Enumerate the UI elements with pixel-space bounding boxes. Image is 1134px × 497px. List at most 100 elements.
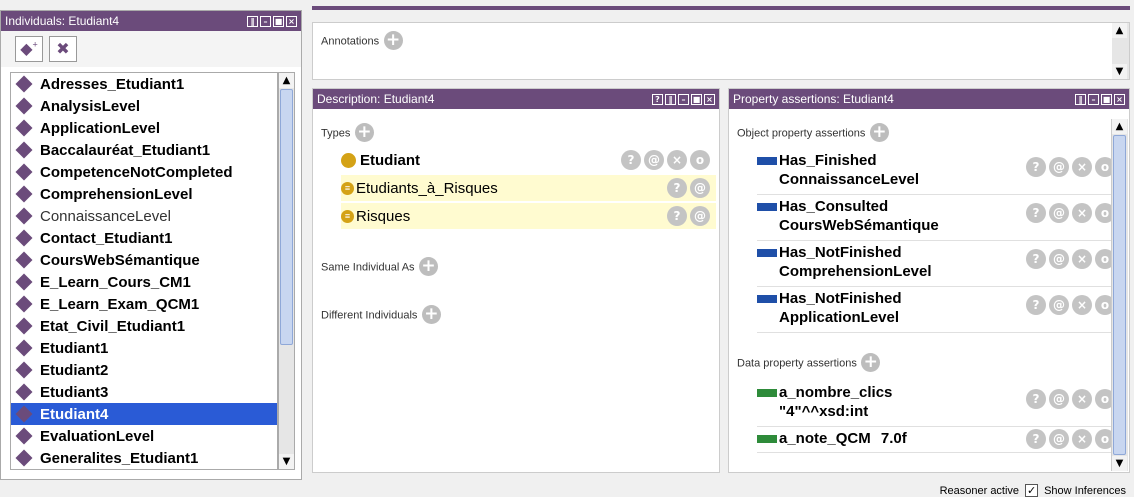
individual-item[interactable]: ApplicationLevel (11, 117, 277, 139)
property-scrollbar[interactable]: ▲ ▼ (1111, 119, 1128, 471)
edit-icon[interactable]: o (690, 150, 710, 170)
individual-item[interactable]: Etudiant2 (11, 359, 277, 381)
panel-maximize-icon[interactable]: ■ (273, 15, 284, 27)
individuals-scrollbar[interactable]: ▲ ▼ (278, 72, 295, 470)
individual-item[interactable]: E_Learn_Cours_CM1 (11, 271, 277, 293)
individual-item[interactable]: Etat_Civil_Etudiant1 (11, 315, 277, 337)
individual-item[interactable]: CompetenceNotCompleted (11, 161, 277, 183)
delete-icon[interactable]: × (1072, 203, 1092, 223)
add-object-prop-button[interactable]: + (869, 123, 889, 142)
delete-icon[interactable]: × (667, 150, 687, 170)
scroll-thumb[interactable] (280, 89, 293, 345)
annotate-icon[interactable]: @ (690, 178, 710, 198)
individual-item[interactable]: ConnaissanceLevel (11, 205, 277, 227)
individual-item[interactable]: Adresses_Etudiant1 (11, 73, 277, 95)
row-actions: ? @ × o (1026, 203, 1115, 223)
panel-maximize-icon[interactable]: ■ (691, 93, 702, 105)
prop-scroll-up-icon[interactable]: ▲ (1112, 119, 1127, 134)
help-icon[interactable]: ? (1026, 389, 1046, 409)
show-inferences-label: Show Inferences (1044, 484, 1126, 497)
delete-icon[interactable]: × (1072, 295, 1092, 315)
annotate-icon[interactable]: @ (1049, 249, 1069, 269)
annotate-icon[interactable]: @ (1049, 389, 1069, 409)
type-label: Etudiants_à_Risques (356, 179, 498, 197)
individual-item[interactable]: EvaluationLevel (11, 425, 277, 447)
panel-split-icon[interactable]: ‖ (247, 15, 258, 27)
panel-close-icon[interactable]: × (1114, 93, 1125, 105)
panel-split-icon[interactable]: ‖ (1075, 93, 1086, 105)
status-bar: Reasoner active ✓ Show Inferences (940, 484, 1126, 497)
panel-minimize-icon[interactable]: – (260, 15, 271, 27)
data-prop-row[interactable]: a_note_QCM 7.0f ? @ × o (757, 427, 1115, 453)
help-icon[interactable]: ? (1026, 157, 1046, 177)
help-icon[interactable]: ? (667, 206, 687, 226)
help-icon[interactable]: ? (1026, 295, 1046, 315)
annotate-icon[interactable]: @ (644, 150, 664, 170)
annotations-scrollbar[interactable]: ▲ ▼ (1112, 23, 1129, 79)
type-row[interactable]: ≡ Etudiants_à_Risques? @ (341, 175, 716, 201)
delete-individual-button[interactable]: ✖ (49, 36, 77, 62)
delete-icon[interactable]: × (1072, 389, 1092, 409)
panel-split-icon[interactable]: ‖ (665, 93, 676, 105)
panel-close-icon[interactable]: × (286, 15, 297, 27)
annot-scroll-up-icon[interactable]: ▲ (1112, 23, 1127, 38)
delete-icon[interactable]: × (1072, 157, 1092, 177)
prop-scroll-down-icon[interactable]: ▼ (1112, 456, 1127, 471)
add-type-button[interactable]: + (354, 123, 374, 142)
annotate-icon[interactable]: @ (1049, 295, 1069, 315)
top-bar (312, 6, 1130, 10)
help-icon[interactable]: ? (667, 178, 687, 198)
annotate-icon[interactable]: @ (1049, 157, 1069, 177)
scroll-down-icon[interactable]: ▼ (279, 454, 294, 469)
panel-minimize-icon[interactable]: – (678, 93, 689, 105)
type-row[interactable]: ≡ Risques? @ (341, 203, 716, 229)
show-inferences-checkbox[interactable]: ✓ (1025, 484, 1039, 497)
add-individual-button[interactable]: ◆+ (15, 36, 43, 62)
individual-item[interactable]: CoursWebSémantique (11, 249, 277, 271)
delete-icon[interactable]: × (1072, 429, 1092, 449)
add-annotation-button[interactable]: + (383, 31, 403, 50)
annot-scroll-down-icon[interactable]: ▼ (1112, 64, 1127, 79)
individuals-list[interactable]: Adresses_Etudiant1 AnalysisLevel Applicati… (10, 72, 278, 470)
individual-icon (15, 449, 33, 467)
scroll-up-icon[interactable]: ▲ (279, 73, 294, 88)
individual-item[interactable]: Generalites_Etudiant1 (11, 447, 277, 469)
individual-label: Contact_Etudiant1 (40, 229, 173, 247)
individual-label: Etudiant3 (40, 383, 109, 401)
object-prop-row[interactable]: Has_NotFinished ApplicationLevel ? @ × o (757, 287, 1115, 333)
panel-help-icon[interactable]: ? (652, 93, 663, 105)
individual-item[interactable]: Etudiant4 (11, 403, 277, 425)
help-icon[interactable]: ? (621, 150, 641, 170)
individual-item[interactable]: ComprehensionLevel (11, 183, 277, 205)
individual-item[interactable]: Etudiant1 (11, 337, 277, 359)
delete-icon[interactable]: × (1072, 249, 1092, 269)
object-prop-row[interactable]: Has_NotFinished ComprehensionLevel ? @ × o (757, 241, 1115, 287)
description-panel: Description: Etudiant4 ? ‖ – ■ × Types +… (312, 88, 720, 473)
row-actions: ? @ × o (621, 150, 710, 170)
individual-icon (15, 295, 33, 313)
individual-item[interactable]: Contact_Etudiant1 (11, 227, 277, 249)
panel-maximize-icon[interactable]: ■ (1101, 93, 1112, 105)
equivalent-class-icon: ≡ (341, 209, 354, 223)
prop-scroll-thumb[interactable] (1113, 135, 1126, 455)
add-same-individual-button[interactable]: + (419, 257, 439, 276)
object-prop-row[interactable]: Has_Consulted CoursWebSémantique ? @ × o (757, 195, 1115, 241)
annotate-icon[interactable]: @ (690, 206, 710, 226)
individual-item[interactable]: AnalysisLevel (11, 95, 277, 117)
panel-minimize-icon[interactable]: – (1088, 93, 1099, 105)
annotations-panel: Annotations + ▲ ▼ (312, 22, 1130, 80)
individual-item[interactable]: Baccalauréat_Etudiant1 (11, 139, 277, 161)
individual-item[interactable]: Etudiant3 (11, 381, 277, 403)
help-icon[interactable]: ? (1026, 429, 1046, 449)
add-different-individual-button[interactable]: + (421, 305, 441, 324)
panel-close-icon[interactable]: × (704, 93, 715, 105)
object-prop-row[interactable]: Has_Finished ConnaissanceLevel ? @ × o (757, 149, 1115, 195)
add-data-prop-button[interactable]: + (861, 353, 881, 372)
annotate-icon[interactable]: @ (1049, 203, 1069, 223)
type-row[interactable]: Etudiant? @ × o (341, 147, 716, 173)
help-icon[interactable]: ? (1026, 203, 1046, 223)
help-icon[interactable]: ? (1026, 249, 1046, 269)
annotate-icon[interactable]: @ (1049, 429, 1069, 449)
data-prop-row[interactable]: a_nombre_clics "4"^^xsd:int ? @ × o (757, 381, 1115, 427)
individual-item[interactable]: E_Learn_Exam_QCM1 (11, 293, 277, 315)
